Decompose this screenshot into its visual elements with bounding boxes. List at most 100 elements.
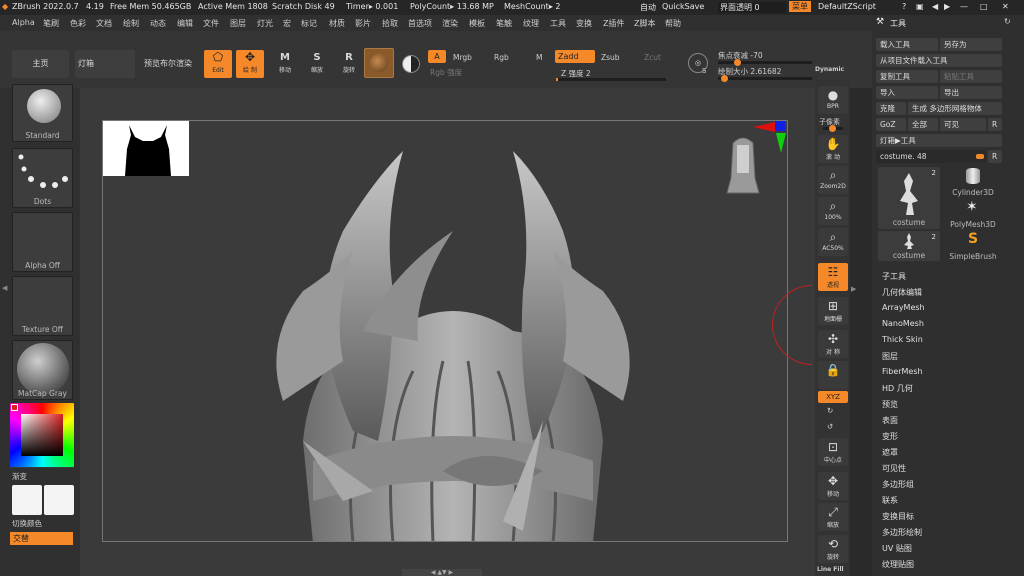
bpr-button[interactable]: ● BPR bbox=[818, 86, 848, 114]
maximize-icon[interactable]: □ bbox=[980, 2, 988, 11]
close-icon[interactable]: ✕ bbox=[1002, 2, 1009, 11]
subpalette-item[interactable]: 多边形组 bbox=[882, 479, 914, 490]
brush-button[interactable]: Standard bbox=[12, 84, 73, 142]
make-polymesh-button[interactable]: 生成 多边形网格物体 bbox=[908, 102, 1002, 115]
menu-item[interactable]: 色彩 bbox=[70, 18, 86, 29]
main-color-swatch[interactable] bbox=[12, 485, 42, 515]
goz-r-button[interactable]: R bbox=[988, 118, 1002, 131]
subpalette-item[interactable]: 纹理贴图 bbox=[882, 559, 914, 570]
menu-item[interactable]: 材质 bbox=[329, 18, 345, 29]
draw-button[interactable]: ✥ 绘 制 bbox=[236, 50, 264, 78]
menu-item[interactable]: 模板 bbox=[469, 18, 485, 29]
z-intensity-slider[interactable] bbox=[556, 78, 666, 81]
load-from-project-button[interactable]: 从项目文件载入工具 bbox=[876, 54, 1002, 67]
a-button[interactable]: A bbox=[428, 50, 446, 63]
menu-item[interactable]: 拾取 bbox=[382, 18, 398, 29]
rotate-view-button[interactable]: ⟲ 旋转 bbox=[818, 535, 848, 563]
current-tool-r-button[interactable]: R bbox=[988, 150, 1002, 163]
menu-item[interactable]: Z脚本 bbox=[634, 18, 655, 29]
palette-refresh-icon[interactable]: ↻ bbox=[1004, 17, 1011, 26]
texture-button[interactable]: Texture Off bbox=[12, 276, 73, 336]
zsub-button[interactable]: Zsub bbox=[601, 53, 620, 62]
tool-thumb-cylinder3d[interactable]: Cylinder3D bbox=[944, 167, 1002, 197]
menu-item[interactable]: Alpha bbox=[12, 18, 35, 27]
alternate-button[interactable]: 交替 bbox=[10, 532, 73, 545]
edit-button[interactable]: ⬠ Edit bbox=[204, 50, 232, 78]
navigation-head-icon[interactable] bbox=[723, 133, 763, 203]
subpalette-item[interactable]: 变换目标 bbox=[882, 511, 914, 522]
menu-item[interactable]: 影片 bbox=[355, 18, 371, 29]
secondary-color-swatch[interactable] bbox=[44, 485, 74, 515]
move-button[interactable]: M 移动 bbox=[271, 50, 299, 78]
subpixel-knob[interactable] bbox=[829, 125, 836, 132]
export-button[interactable]: 导出 bbox=[940, 86, 1002, 99]
color-picker[interactable] bbox=[10, 403, 74, 468]
focal-shift-knob[interactable] bbox=[734, 59, 741, 66]
load-tool-button[interactable]: 载入工具 bbox=[876, 38, 938, 51]
import-button[interactable]: 导入 bbox=[876, 86, 938, 99]
subpalette-item[interactable]: 表面 bbox=[882, 415, 898, 426]
menu-item[interactable]: 变换 bbox=[576, 18, 592, 29]
antialiased-half-button[interactable]: ⌕ AC50% bbox=[818, 228, 848, 256]
menu-item[interactable]: 文件 bbox=[203, 18, 219, 29]
left-tray-toggle-icon[interactable]: ◀ bbox=[2, 284, 7, 292]
subpalette-item[interactable]: 子工具 bbox=[882, 271, 906, 282]
menu-item[interactable]: 编辑 bbox=[177, 18, 193, 29]
goz-visible-button[interactable]: 可见 bbox=[940, 118, 986, 131]
tool-thumb-costume[interactable]: 2 costume bbox=[878, 167, 940, 229]
paste-tool-button[interactable]: 粘贴工具 bbox=[940, 70, 1002, 83]
document-canvas[interactable] bbox=[102, 120, 788, 542]
bpr-preview-button[interactable]: 预览布尔渲染 bbox=[139, 50, 197, 78]
subpalette-item[interactable]: 图层 bbox=[882, 351, 898, 362]
rgb-intensity-slider[interactable]: Rgb 强度 bbox=[430, 67, 462, 78]
mrgb-button[interactable]: Mrgb bbox=[453, 53, 472, 62]
quicksave-button[interactable]: QuickSave bbox=[662, 2, 704, 11]
rotate-y-icon[interactable]: ↻ bbox=[827, 406, 833, 415]
menu-item[interactable]: 笔触 bbox=[496, 18, 512, 29]
switch-color-button[interactable]: 切换颜色 bbox=[12, 518, 42, 529]
sculpt-model[interactable] bbox=[243, 141, 663, 542]
menu-item[interactable]: Z插件 bbox=[603, 18, 624, 29]
actual-size-button[interactable]: ⌕ 100% bbox=[818, 197, 848, 225]
subpalette-item[interactable]: 变形 bbox=[882, 431, 898, 442]
menu-item[interactable]: 图层 bbox=[230, 18, 246, 29]
clone-button[interactable]: 克隆 bbox=[876, 102, 906, 115]
axis-y-icon[interactable] bbox=[776, 133, 786, 153]
subpalette-item[interactable]: 联系 bbox=[882, 495, 898, 506]
draw-size-slider[interactable] bbox=[718, 75, 812, 82]
current-tool-knob[interactable] bbox=[976, 154, 984, 159]
perspective-button[interactable]: ☷ 透视 bbox=[818, 263, 848, 291]
draw-size-knob[interactable] bbox=[721, 75, 728, 82]
axis-z-icon[interactable] bbox=[775, 121, 785, 131]
scale-button[interactable]: S 缩放 bbox=[303, 50, 331, 78]
subpixel-slider[interactable] bbox=[823, 125, 843, 132]
home-button[interactable]: 主页 bbox=[12, 50, 69, 78]
goz-all-button[interactable]: 全部 bbox=[908, 118, 938, 131]
goz-button[interactable]: GoZ bbox=[876, 118, 906, 131]
subpalette-item[interactable]: 几何体编辑 bbox=[882, 287, 922, 298]
m-button[interactable]: M bbox=[536, 53, 542, 62]
zoom2d-button[interactable]: ⌕ Zoom2D bbox=[818, 166, 848, 194]
layout-next-icon[interactable]: ▶ bbox=[944, 2, 950, 11]
copy-tool-button[interactable]: 复制工具 bbox=[876, 70, 938, 83]
polypaint-button[interactable] bbox=[398, 50, 424, 78]
menu-item[interactable]: 帮助 bbox=[665, 18, 681, 29]
tool-thumb-polymesh3d[interactable]: ✶ PolyMesh3D bbox=[944, 199, 1002, 229]
subpalette-item[interactable]: 遮罩 bbox=[882, 447, 898, 458]
menu-item[interactable]: 宏 bbox=[283, 18, 291, 29]
menu-item[interactable]: 文档 bbox=[96, 18, 112, 29]
menu-item[interactable]: 动态 bbox=[150, 18, 166, 29]
layout-prev-icon[interactable]: ◀ bbox=[932, 2, 938, 11]
bottom-tray-toggle-icon[interactable]: ◀ ▲▼ ▶ bbox=[402, 569, 482, 576]
current-tool-slider[interactable]: costume. 48 bbox=[876, 150, 986, 163]
saturation-square[interactable] bbox=[21, 414, 63, 456]
xyz-button[interactable]: XYZ bbox=[818, 391, 848, 403]
lock-button[interactable]: 🔒 bbox=[818, 361, 848, 389]
subpalette-item[interactable]: HD 几何 bbox=[882, 383, 913, 394]
rotate-z-icon[interactable]: ↺ bbox=[827, 422, 833, 431]
layout-icon[interactable]: ▣ bbox=[916, 2, 924, 11]
alpha-button[interactable]: Alpha Off bbox=[12, 212, 73, 272]
menu-item[interactable]: 绘制 bbox=[123, 18, 139, 29]
subpalette-item[interactable]: NanoMesh bbox=[882, 319, 924, 328]
rgb-button[interactable]: Rgb bbox=[494, 53, 509, 62]
